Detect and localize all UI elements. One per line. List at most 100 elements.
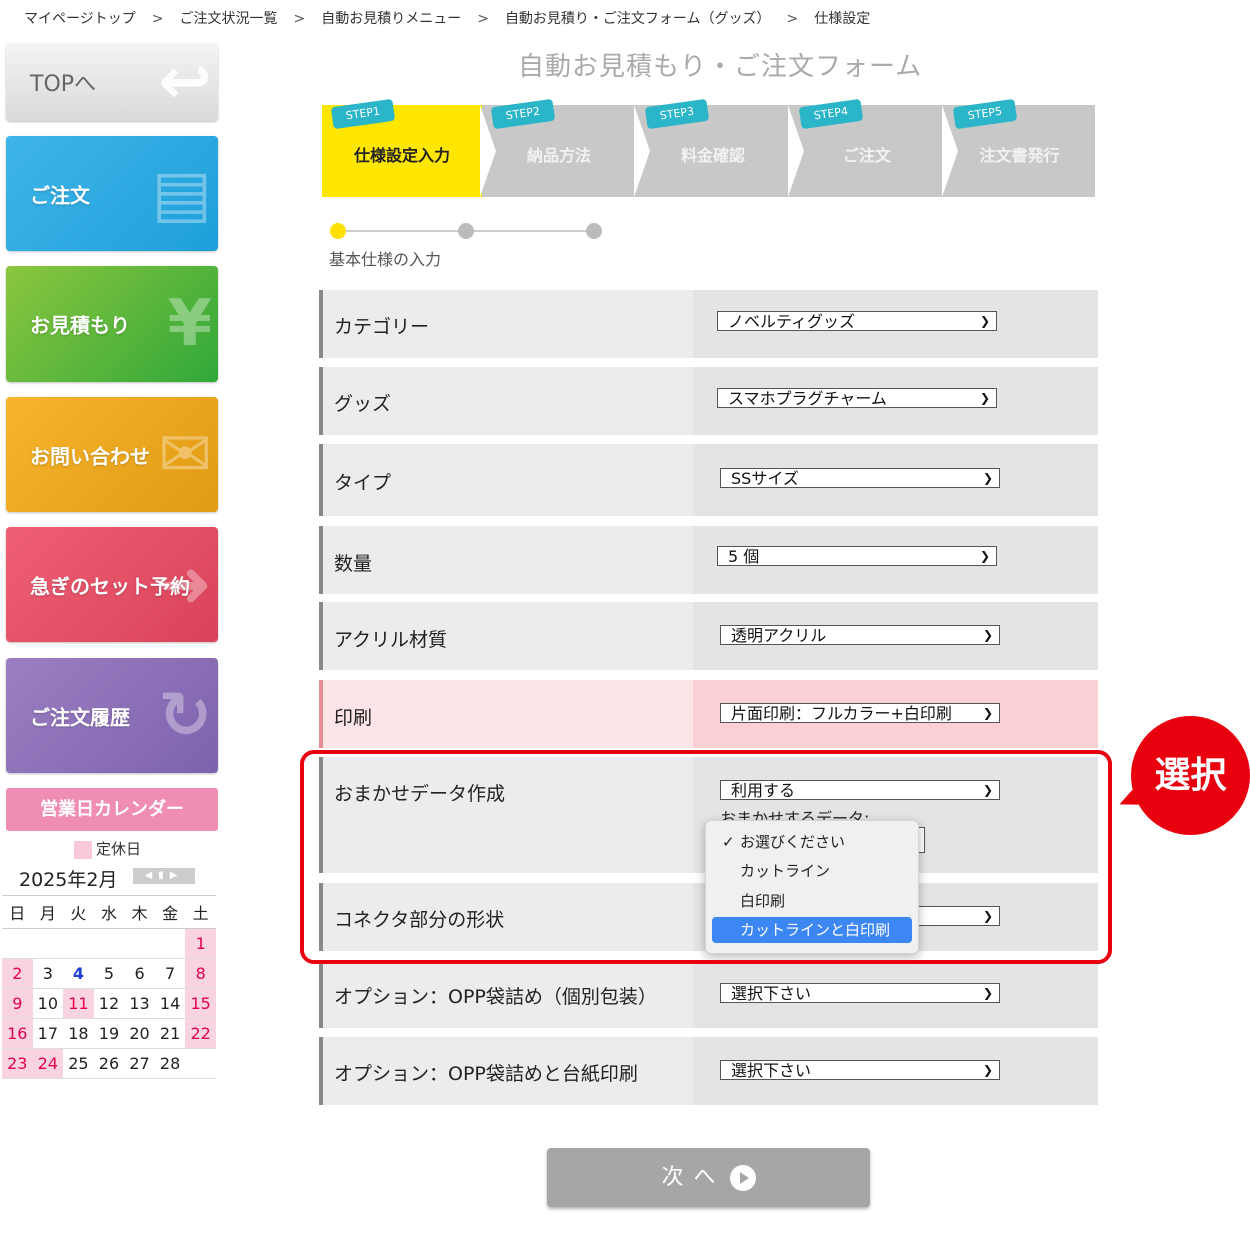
sidebar-history-label: ご注文履歴 <box>30 705 130 729</box>
calendar-nav-controls[interactable]: ◀▮▶ <box>133 868 195 884</box>
calendar-day <box>185 1048 216 1079</box>
sub-progress-dot-active <box>330 223 346 239</box>
sidebar-contact-button[interactable]: ✉ お問い合わせ <box>6 397 218 512</box>
calendar-day: 19 <box>93 1018 125 1049</box>
chevron-down-icon: ❯ <box>979 391 990 405</box>
sub-progress-dot <box>586 223 602 239</box>
calendar-day: 25 <box>63 1048 94 1079</box>
envelope-icon: ✉ <box>158 417 212 492</box>
weekday-tue: 火 <box>63 895 94 929</box>
step-4: STEP4 ご注文 <box>790 98 944 197</box>
breadcrumb-auto-quote-menu[interactable]: 自動お見積りメニュー <box>321 11 461 27</box>
step-divider <box>942 105 958 197</box>
play-circle-icon <box>729 1165 756 1191</box>
return-arrow-icon: ↩ <box>158 45 212 119</box>
row-category-label: カテゴリー <box>334 316 430 338</box>
holiday-legend-label: 定休日 <box>96 840 142 858</box>
step-5-label: 注文書発行 <box>979 146 1060 165</box>
calendar-day: 15 <box>185 988 216 1019</box>
step-4-badge: STEP4 <box>798 98 864 130</box>
calendar-day: 24 <box>32 1048 64 1079</box>
sidebar-rush-label: 急ぎのセット予約 <box>30 574 190 598</box>
opp-print-select[interactable]: 選択下さい ❯ <box>720 1060 1000 1080</box>
calendar-day: 28 <box>154 1048 186 1079</box>
sidebar-order-button[interactable]: ▤ ご注文 <box>6 136 218 251</box>
calendar-day-today: 4 <box>63 958 94 989</box>
calendar-day: 16 <box>2 1018 33 1049</box>
step-1-label: 仕様設定入力 <box>353 146 450 165</box>
calendar-week: 1 <box>2 928 216 959</box>
goods-select[interactable]: スマホプラグチャーム ❯ <box>717 388 997 408</box>
calendar-day: 9 <box>2 988 33 1019</box>
sub-progress-label: 基本仕様の入力 <box>329 250 442 269</box>
row-acrylic: アクリル材質 透明アクリル ❯ <box>319 602 1098 670</box>
breadcrumb-goods-form[interactable]: 自動お見積り・ご注文フォーム（グッズ） <box>505 11 771 27</box>
calendar-day: 18 <box>63 1018 94 1049</box>
next-button[interactable]: 次へ <box>547 1148 870 1207</box>
calendar-day: 3 <box>32 958 64 989</box>
category-select-value: ノベルティグッズ <box>728 312 856 331</box>
calendar-day <box>124 928 155 959</box>
calendar-day: 8 <box>185 958 216 989</box>
holiday-legend: 定休日 <box>74 838 141 859</box>
calendar-day: 7 <box>154 958 186 989</box>
acrylic-select-value: 透明アクリル <box>731 626 827 645</box>
calendar-day: 14 <box>154 988 186 1019</box>
breadcrumb-mypage[interactable]: マイページトップ <box>24 11 136 27</box>
calendar-month: 2025年2月 <box>19 869 118 891</box>
type-select[interactable]: SSサイズ ❯ <box>720 468 1000 488</box>
print-select-value: 片面印刷：フルカラー+白印刷 <box>731 704 952 723</box>
sidebar-top-button[interactable]: ↩ TOPへ <box>6 43 218 121</box>
weekday-mon: 月 <box>32 895 64 929</box>
page-title: 自動お見積もり・ご注文フォーム <box>518 52 923 82</box>
breadcrumb-separator: > <box>477 11 489 27</box>
calendar-week: 16 17 18 19 20 21 22 <box>2 1018 216 1049</box>
business-calendar-button[interactable]: 営業日カレンダー <box>6 788 218 831</box>
holiday-swatch <box>74 840 92 859</box>
weekday-fri: 金 <box>154 895 186 929</box>
chevron-down-icon: ❯ <box>982 986 993 1000</box>
step-1: STEP1 仕様設定入力 <box>322 98 482 197</box>
breadcrumb-order-status[interactable]: ご注文状況一覧 <box>179 11 277 27</box>
quantity-select[interactable]: 5 個 ❯ <box>717 546 997 566</box>
step-3-badge: STEP3 <box>644 98 710 130</box>
next-button-label: 次へ <box>661 1165 726 1190</box>
chevron-down-icon: ❯ <box>979 314 990 328</box>
calendar-day: 21 <box>154 1018 186 1049</box>
row-print: 印刷 片面印刷：フルカラー+白印刷 ❯ <box>319 680 1098 748</box>
goods-select-value: スマホプラグチャーム <box>728 389 887 408</box>
opp-select[interactable]: 選択下さい ❯ <box>720 983 1000 1003</box>
sidebar-history-button[interactable]: ↻ ご注文履歴 <box>6 658 218 773</box>
step-2-label: 納品方法 <box>526 146 591 165</box>
step-divider <box>634 105 650 197</box>
row-acrylic-label: アクリル材質 <box>334 629 448 651</box>
step-3: STEP3 料金確認 <box>636 98 790 197</box>
row-print-label: 印刷 <box>334 707 373 729</box>
row-goods-label: グッズ <box>334 393 392 415</box>
step-4-label: ご注文 <box>842 146 891 165</box>
calendar-day <box>93 928 125 959</box>
sidebar-quote-label: お見積もり <box>30 313 130 338</box>
row-opp-label: オプション：OPP袋詰め（個別包装） <box>334 986 657 1008</box>
row-opp-print-label: オプション：OPP袋詰めと台紙印刷 <box>334 1063 638 1085</box>
breadcrumb-separator: > <box>151 11 164 27</box>
calendar-day: 13 <box>124 988 155 1019</box>
chevron-down-icon: ❯ <box>982 1063 993 1077</box>
annotation-bubble: 選択 <box>1131 716 1250 835</box>
sidebar-rush-button[interactable]: ➜ 急ぎのセット予約 <box>6 527 218 642</box>
calendar-day: 12 <box>93 988 125 1019</box>
history-clock-icon: ↻ <box>158 678 212 753</box>
document-icon: ▤ <box>151 156 212 231</box>
sidebar-quote-button[interactable]: ¥ お見積もり <box>6 266 218 382</box>
chevron-down-icon: ❯ <box>982 628 993 642</box>
chevron-down-icon: ❯ <box>979 549 990 563</box>
sidebar-top-label: TOPへ <box>30 72 97 97</box>
opp-select-value: 選択下さい <box>731 984 812 1003</box>
category-select[interactable]: ノベルティグッズ ❯ <box>717 311 997 331</box>
acrylic-select[interactable]: 透明アクリル ❯ <box>720 625 1000 645</box>
print-select[interactable]: 片面印刷：フルカラー+白印刷 ❯ <box>720 703 1000 723</box>
breadcrumb-separator: > <box>293 11 306 27</box>
calendar-day: 23 <box>2 1048 33 1079</box>
step-2: STEP2 納品方法 <box>482 98 636 197</box>
calendar-day <box>2 928 33 959</box>
